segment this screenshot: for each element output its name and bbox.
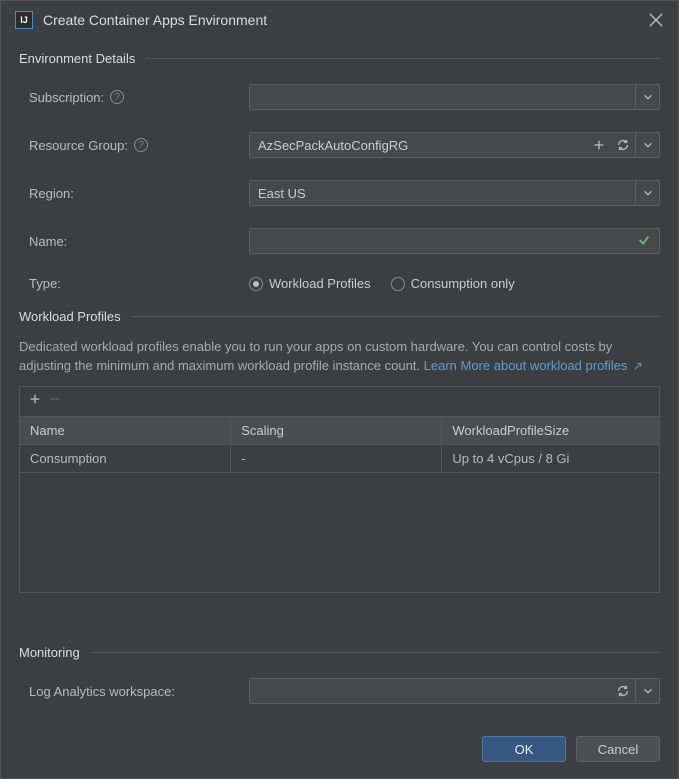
profiles-table-empty-area [19, 473, 660, 593]
log-analytics-label: Log Analytics workspace: [29, 684, 175, 699]
add-profile-button[interactable] [28, 392, 42, 411]
profiles-toolbar [19, 386, 660, 416]
dialog: IJ Create Container Apps Environment Env… [0, 0, 679, 779]
region-label: Region: [29, 186, 74, 201]
subscription-combo[interactable] [249, 84, 660, 110]
remove-profile-button [48, 392, 62, 411]
chevron-down-icon[interactable] [635, 85, 659, 109]
radio-icon [249, 277, 263, 291]
subscription-label: Subscription: [29, 90, 104, 105]
section-monitoring: Monitoring [19, 645, 660, 660]
log-analytics-combo[interactable] [249, 678, 660, 704]
col-name: Name [20, 416, 231, 444]
row-name: Name: [19, 228, 660, 254]
region-combo[interactable]: East US [249, 180, 660, 206]
chevron-down-icon[interactable] [635, 181, 659, 205]
dialog-footer: OK Cancel [1, 724, 678, 778]
section-environment-details: Environment Details [19, 51, 660, 66]
name-label: Name: [29, 234, 67, 249]
resource-group-combo[interactable]: AzSecPackAutoConfigRG [249, 132, 660, 158]
row-resource-group: Resource Group: ? AzSecPackAutoConfigRG [19, 132, 660, 158]
chevron-down-icon[interactable] [635, 679, 659, 703]
refresh-icon[interactable] [611, 133, 635, 157]
region-value: East US [250, 181, 635, 205]
row-type: Type: Workload Profiles Consumption only [19, 276, 660, 291]
subscription-value [250, 85, 635, 109]
row-subscription: Subscription: ? [19, 84, 660, 110]
radio-workload-profiles[interactable]: Workload Profiles [249, 276, 371, 291]
help-icon[interactable]: ? [134, 138, 148, 152]
close-icon[interactable] [648, 12, 664, 28]
type-label: Type: [29, 276, 61, 291]
resource-group-value: AzSecPackAutoConfigRG [250, 133, 587, 157]
resource-group-label: Resource Group: [29, 138, 128, 153]
check-icon [637, 233, 651, 250]
ok-button[interactable]: OK [482, 736, 566, 762]
external-link-icon: ↗ [629, 359, 642, 373]
radio-consumption-only[interactable]: Consumption only [391, 276, 515, 291]
help-icon[interactable]: ? [110, 90, 124, 104]
profiles-table: Name Scaling WorkloadProfileSize Consump… [19, 416, 660, 473]
col-scaling: Scaling [231, 416, 442, 444]
log-analytics-value [250, 679, 611, 703]
plus-icon[interactable] [587, 133, 611, 157]
refresh-icon[interactable] [611, 679, 635, 703]
workload-profiles-description: Dedicated workload profiles enable you t… [19, 338, 660, 376]
row-region: Region: East US [19, 180, 660, 206]
radio-icon [391, 277, 405, 291]
col-size: WorkloadProfileSize [442, 416, 660, 444]
row-log-analytics: Log Analytics workspace: [19, 678, 660, 704]
section-workload-profiles: Workload Profiles [19, 309, 660, 324]
table-row[interactable]: Consumption - Up to 4 vCpus / 8 Gi [20, 444, 660, 472]
learn-more-link[interactable]: Learn More about workload profiles [424, 358, 628, 373]
window-title: Create Container Apps Environment [43, 12, 638, 28]
chevron-down-icon[interactable] [635, 133, 659, 157]
name-input[interactable] [249, 228, 660, 254]
titlebar: IJ Create Container Apps Environment [1, 1, 678, 37]
cancel-button[interactable]: Cancel [576, 736, 660, 762]
app-icon: IJ [15, 11, 33, 29]
